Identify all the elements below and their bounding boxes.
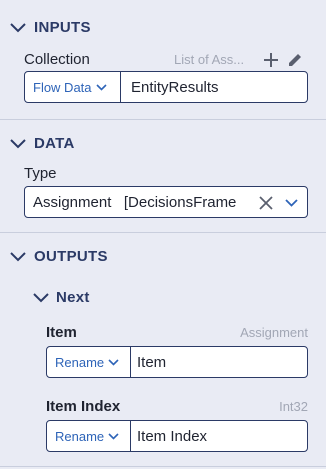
item-index-type-hint: Int32 — [279, 399, 308, 414]
item-field[interactable]: Rename Item — [46, 346, 308, 378]
properties-panel: INPUTS Collection List of Ass... Flow Da… — [0, 0, 326, 469]
outputs-section-title: OUTPUTS — [34, 248, 108, 265]
item-index-rename-dropdown[interactable]: Rename — [47, 421, 131, 451]
section-divider — [0, 119, 326, 120]
rename-label: Rename — [55, 428, 105, 444]
collection-label: Collection — [24, 51, 90, 68]
collection-field[interactable]: Flow Data EntityResults — [24, 71, 308, 103]
collection-value[interactable]: EntityResults — [121, 79, 219, 96]
chevron-down-icon[interactable] — [9, 251, 27, 263]
item-index-value[interactable]: Item Index — [131, 428, 207, 445]
section-divider — [0, 232, 326, 233]
item-rename-dropdown[interactable]: Rename — [47, 347, 131, 377]
item-index-label: Item Index — [46, 398, 121, 415]
clear-icon[interactable] — [259, 196, 273, 210]
chevron-down-icon[interactable] — [9, 138, 27, 150]
edit-pencil-icon[interactable] — [286, 51, 304, 69]
inputs-section-title: INPUTS — [34, 19, 91, 36]
type-label: Type — [24, 165, 57, 182]
data-section-header[interactable]: DATA — [0, 129, 326, 159]
flow-data-dropdown[interactable]: Flow Data — [25, 72, 121, 102]
rename-label: Rename — [55, 354, 105, 370]
section-divider — [0, 466, 326, 467]
item-label: Item — [46, 324, 77, 341]
type-value: Assignment [DecisionsFrame — [33, 193, 237, 211]
chevron-down-icon — [108, 358, 119, 366]
item-value[interactable]: Item — [131, 354, 166, 371]
collection-type-hint: List of Ass... — [174, 52, 245, 67]
item-index-field[interactable]: Rename Item Index — [46, 420, 308, 452]
chevron-down-icon — [95, 83, 107, 91]
add-icon[interactable] — [262, 51, 280, 69]
chevron-down-icon[interactable] — [32, 292, 50, 304]
type-field[interactable]: Assignment [DecisionsFrame — [24, 186, 308, 218]
data-section-title: DATA — [34, 135, 75, 152]
flow-data-label: Flow Data — [33, 79, 92, 95]
outputs-section-header[interactable]: OUTPUTS — [0, 242, 326, 272]
item-type-hint: Assignment — [240, 325, 308, 340]
next-section-header[interactable]: Next — [0, 283, 326, 313]
chevron-down-icon — [108, 432, 119, 440]
chevron-down-icon[interactable] — [285, 199, 298, 207]
chevron-down-icon[interactable] — [9, 22, 27, 34]
inputs-section-header[interactable]: INPUTS — [0, 13, 326, 43]
next-section-title: Next — [56, 289, 90, 306]
